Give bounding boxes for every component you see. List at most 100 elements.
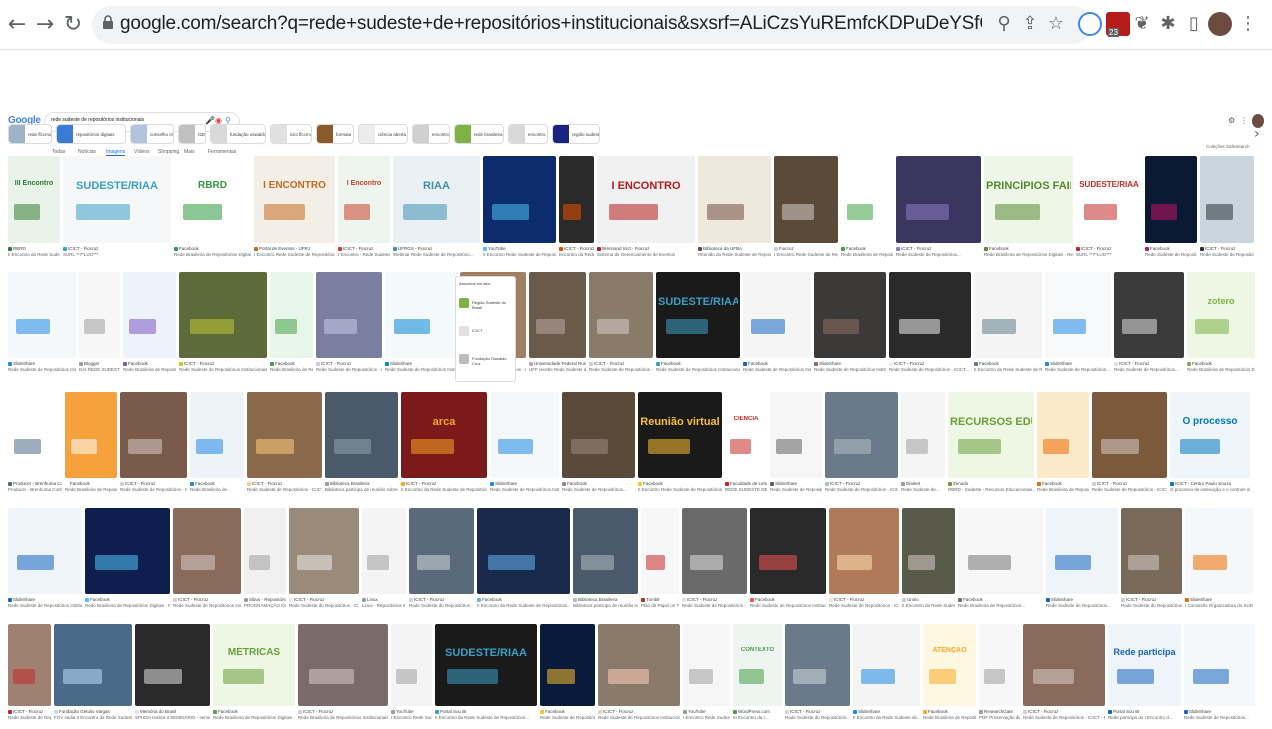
caption-title[interactable]: Webinar Rede Sudeste de Repositório...	[393, 252, 473, 257]
image-caption[interactable]: Memória do Brasil SPHDH realiza II SEMINÁ…	[135, 709, 210, 721]
caption-title[interactable]: Rede Sudeste de Repositórios - ICICT...	[1200, 252, 1254, 257]
image-thumbnail[interactable]	[1046, 508, 1118, 594]
image-thumbnail[interactable]: SUDESTE/RIAA	[656, 272, 740, 358]
forward-arrow-icon[interactable]: →	[34, 13, 56, 37]
caption-title[interactable]: PDF Preservação digit...	[979, 715, 1020, 720]
image-caption[interactable]: Facebook Rede Sudeste de Repositórios Ins…	[656, 361, 740, 373]
caption-title[interactable]: Rede Sudeste de Repositórios - ICICT...	[289, 603, 359, 608]
caption-title[interactable]: II Encontro da Rede Sudeste de R...	[8, 252, 60, 257]
caption-title[interactable]: Rede Sudeste de Repositórios - ICICT...	[889, 367, 969, 372]
image-thumbnail[interactable]	[641, 508, 679, 594]
image-caption[interactable]: ICICT - Fiocruz Rede Brasileira de Reposi…	[298, 709, 388, 721]
caption-title[interactable]: Rede Brasileira de Repositório...	[923, 715, 976, 720]
caption-title[interactable]: Rede Sudeste de Repositórios - ICICT...	[829, 603, 899, 608]
image-thumbnail[interactable]	[179, 272, 267, 358]
image-thumbnail[interactable]	[974, 272, 1042, 358]
filter-chip[interactable]: encontro	[412, 124, 450, 144]
caption-title[interactable]: Rede Sudeste de Repositórios Institucion…	[385, 367, 457, 372]
image-thumbnail[interactable]: I Encontro	[338, 156, 390, 243]
image-caption[interactable]: Biblioteca da UFBA Reunião da Rede Sudest…	[698, 246, 771, 258]
image-caption[interactable]: Biblioteca Brasileira Biblioteca particip…	[325, 481, 398, 493]
caption-title[interactable]: Reunião da Rede Sudeste de Repositórios.…	[698, 252, 771, 257]
caption-title[interactable]: DAI REDE SUDESTE DE...	[79, 367, 120, 372]
zoom-icon[interactable]: ⚲	[994, 13, 1014, 35]
image-caption[interactable]: FacebookRede Brasileira de Repositórios.…	[1037, 481, 1089, 493]
image-thumbnail[interactable]	[409, 508, 474, 594]
avatar[interactable]	[1208, 12, 1232, 36]
image-caption[interactable]: FacebookRede Brasileira de Rep...	[270, 361, 313, 373]
caption-title[interactable]: FGV sedia II Encontro da Rede Sudeste de…	[54, 715, 132, 720]
image-thumbnail[interactable]	[1037, 392, 1089, 478]
chevron-right-icon[interactable]: ›	[1254, 126, 1260, 142]
image-thumbnail[interactable]	[529, 272, 586, 358]
image-thumbnail[interactable]	[683, 624, 730, 706]
puzzle-icon[interactable]: ✱	[1158, 13, 1178, 35]
image-caption[interactable]: SlideShareRede Sudeste de Repositórios..…	[770, 481, 822, 493]
extension-leaf-icon[interactable]: ❦	[1132, 13, 1152, 35]
image-thumbnail[interactable]	[123, 272, 176, 358]
image-thumbnail[interactable]: MÉTRICAS	[213, 624, 295, 706]
caption-title[interactable]: II Encontro da Rede Sudeste de Repositór…	[435, 715, 529, 720]
image-thumbnail[interactable]	[85, 508, 170, 594]
image-thumbnail[interactable]: SUDESTE/RIAA	[63, 156, 171, 243]
image-caption[interactable]: ICICT - FiocruzRede Sudeste de Repositór…	[1121, 597, 1182, 609]
caption-title[interactable]: O processo de indexação e o controle de …	[1170, 487, 1250, 492]
caption-title[interactable]: II Encontro da Rede Sudeste...	[902, 603, 955, 608]
image-thumbnail[interactable]	[901, 392, 945, 478]
filter-chip[interactable]: encontro	[508, 124, 548, 144]
image-thumbnail[interactable]	[8, 624, 51, 706]
caption-title[interactable]: RBRD - Sudeste - Recursos Educacionais A…	[948, 487, 1034, 492]
image-thumbnail[interactable]	[247, 392, 322, 478]
image-caption[interactable]: ICICT - FiocruzRede Sudeste de Repositór…	[589, 361, 653, 373]
image-caption[interactable]: YouTube II Encontro Rede Sudeste de Repos…	[483, 246, 556, 258]
caption-title[interactable]: I Encontro Rede Sudeste de Repositórios.…	[254, 252, 335, 257]
caption-title[interactable]: Linux - Repositórios Institucionais...	[362, 603, 406, 608]
image-thumbnail[interactable]	[814, 272, 886, 358]
image-caption[interactable]: BloggerDAI REDE SUDESTE DE...	[79, 361, 120, 373]
filter-chip[interactable]: repositórios digitais	[56, 124, 126, 144]
image-caption[interactable]: SlideShare Rede Sudeste de Repositórios I…	[490, 481, 559, 493]
caption-title[interactable]: III Encontro da I...	[733, 715, 769, 720]
caption-title[interactable]: Rede Brasileira de Repositório...	[123, 367, 176, 372]
caption-title[interactable]: Rede Sudeste de Repositórios - ICICT...	[1092, 487, 1167, 492]
image-caption[interactable]: Producer - Brenhuma Conh...Producer - Br…	[8, 481, 62, 493]
trending-item[interactable]: Região Sudeste do Brasil	[459, 295, 514, 313]
reload-icon[interactable]: ↻	[62, 13, 84, 37]
image-caption[interactable]: ICICT - FiocruzRede Sudeste de Repositór…	[1200, 246, 1254, 258]
caption-title[interactable]: Rede Brasileira de Repositórios Digitais…	[984, 252, 1073, 257]
caption-title[interactable]: II Encontro Rede Sudeste de Repositó...	[483, 252, 556, 257]
image-thumbnail[interactable]	[573, 508, 638, 594]
image-thumbnail[interactable]	[1121, 508, 1182, 594]
image-thumbnail[interactable]: Rede participa	[1108, 624, 1181, 706]
image-caption[interactable]: ICICT - FiocruzRede Sudeste de Repositór…	[829, 597, 899, 609]
image-thumbnail[interactable]	[490, 392, 559, 478]
image-caption[interactable]: ICICT - FiocruzRede Sudeste de Repositór…	[598, 709, 680, 721]
image-thumbnail[interactable]: arca	[401, 392, 487, 478]
image-caption[interactable]: SlideShareRede Sudeste de Repositórios..…	[1046, 597, 1118, 609]
image-caption[interactable]: FacebookRede Brasileira de Repositórios …	[85, 597, 170, 609]
image-thumbnail[interactable]	[979, 624, 1020, 706]
trending-item[interactable]: Fundação Oswaldo Cruz	[459, 351, 514, 369]
image-thumbnail[interactable]	[1185, 508, 1253, 594]
image-caption[interactable]: FacebookRede Brasileira de Repositórios …	[841, 246, 893, 258]
image-caption[interactable]: ICICT - Fiocruz SURL **7*LUG***	[63, 246, 171, 258]
image-thumbnail[interactable]	[559, 156, 594, 243]
caption-title[interactable]: REDE SUDESTE DE REP...	[725, 487, 767, 492]
image-thumbnail[interactable]	[1045, 272, 1111, 358]
image-thumbnail[interactable]	[270, 272, 313, 358]
image-caption[interactable]: ICICT - Fiocruz I Encontro - Rede Sudeste…	[338, 246, 390, 258]
image-thumbnail[interactable]: zotero	[1187, 272, 1255, 358]
caption-title[interactable]: Rede Sudeste de Repositórios Institucion…	[8, 367, 76, 372]
image-caption[interactable]: SlideShare Rede Sudeste de Repositórios I…	[8, 361, 76, 373]
caption-title[interactable]: Rede Brasileira de Repositórios Instituc…	[298, 715, 388, 720]
image-thumbnail[interactable]	[135, 624, 210, 706]
image-thumbnail[interactable]: O processo	[1170, 392, 1250, 478]
image-caption[interactable]: ICICT - FiocruzRede Sudeste de Repositór…	[1114, 361, 1184, 373]
caption-title[interactable]: II Encontro Rede Sudeste de Repositórios…	[638, 487, 722, 492]
image-caption[interactable]: ICICT - Fiocruz SURL **7*LUG***	[1076, 246, 1142, 258]
caption-title[interactable]: Rede Sudeste de Repositórios...	[1114, 367, 1179, 372]
caption-title[interactable]: Biblioteca participa de reunião sobre re…	[325, 487, 398, 492]
image-caption[interactable]: Brennand Icict - Fiocruz Sistema de Geren…	[597, 246, 695, 258]
image-caption[interactable]: Universidade Federal Rural...UFF recebe …	[529, 361, 586, 373]
filter-chip[interactable]: ciência aberta	[358, 124, 408, 144]
